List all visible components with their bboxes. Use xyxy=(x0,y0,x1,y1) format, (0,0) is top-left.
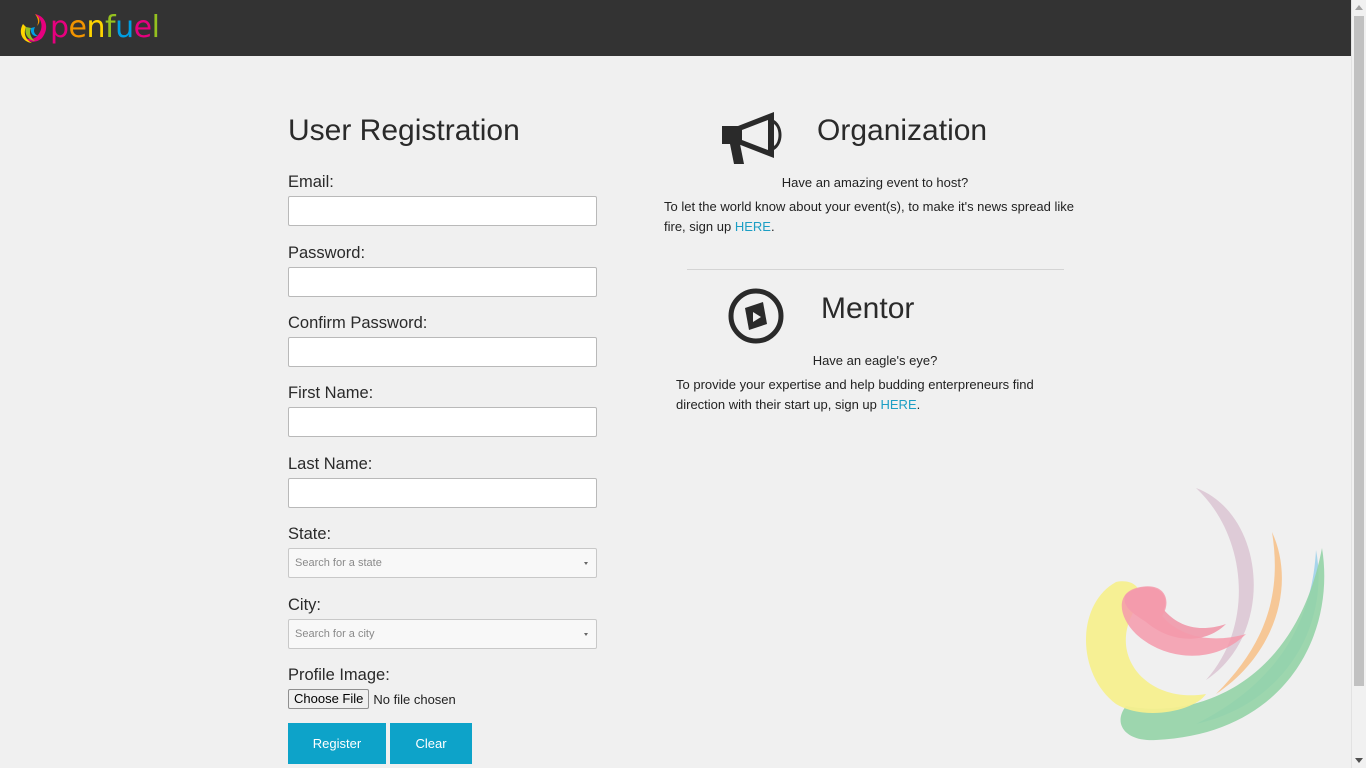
first-name-label: First Name: xyxy=(288,384,374,402)
file-input: Choose File No file chosen xyxy=(288,689,456,709)
organization-question: Have an amazing event to host? xyxy=(781,175,969,190)
brand-letter: f xyxy=(105,10,116,45)
scroll-down-arrow-icon[interactable] xyxy=(1355,758,1363,763)
password-input[interactable] xyxy=(288,267,597,297)
password-field-group: Password: xyxy=(288,243,598,297)
profile-image-label: Profile Image: xyxy=(288,666,390,684)
state-select-placeholder: Search for a state xyxy=(295,557,382,569)
brand-letter: l xyxy=(151,10,160,45)
organization-text-line2-wrap: fire, sign up HERE. xyxy=(664,217,1084,237)
megaphone-icon xyxy=(722,112,782,164)
mentor-text-line2: direction with their start up, sign up xyxy=(676,397,881,412)
confirm-password-label: Confirm Password: xyxy=(288,314,428,332)
choose-file-button[interactable]: Choose File xyxy=(288,689,370,709)
chevron-down-icon xyxy=(584,633,588,636)
organization-description: To let the world know about your event(s… xyxy=(664,197,1084,237)
brand-logo[interactable]: penfuel xyxy=(18,8,160,48)
city-label: City: xyxy=(288,596,321,614)
brand-letter: e xyxy=(133,10,152,45)
brand-letter: u xyxy=(115,10,134,45)
organization-text-line2: fire, sign up xyxy=(664,219,735,234)
last-name-field-group: Last Name: xyxy=(288,454,598,508)
confirm-password-field-group: Confirm Password: xyxy=(288,313,598,367)
first-name-input[interactable] xyxy=(288,407,597,437)
top-navbar: penfuel xyxy=(0,0,1351,56)
mentor-description: To provide your expertise and help buddi… xyxy=(676,375,1076,415)
brand-wordmark: penfuel xyxy=(50,8,160,48)
mentor-title: Mentor xyxy=(821,292,915,325)
organization-title: Organization xyxy=(817,114,988,147)
brand-letter: p xyxy=(50,10,69,45)
mentor-question: Have an eagle's eye? xyxy=(812,353,938,368)
scroll-up-arrow-icon[interactable] xyxy=(1355,5,1363,10)
email-field-group: Email: xyxy=(288,172,598,226)
chevron-down-icon xyxy=(584,562,588,565)
state-select[interactable]: Search for a state xyxy=(288,548,597,578)
brand-letter: e xyxy=(68,10,87,45)
last-name-label: Last Name: xyxy=(288,455,373,473)
state-label: State: xyxy=(288,525,332,543)
file-status-text: No file chosen xyxy=(373,691,456,707)
password-label: Password: xyxy=(288,244,366,262)
mentor-text-line1: To provide your expertise and help buddi… xyxy=(676,377,1034,392)
city-field-group: City: Search for a city xyxy=(288,595,598,649)
mentor-signup-link[interactable]: HERE xyxy=(881,397,917,412)
first-name-field-group: First Name: xyxy=(288,383,598,437)
brand-letter: n xyxy=(86,10,106,45)
decorative-swirl-graphic xyxy=(1086,488,1325,741)
city-select[interactable]: Search for a city xyxy=(288,619,597,649)
page-scrollbar[interactable] xyxy=(1351,0,1366,768)
email-label: Email: xyxy=(288,173,334,191)
clear-button[interactable]: Clear xyxy=(390,723,472,764)
confirm-password-input[interactable] xyxy=(288,337,597,367)
mentor-text-line2-wrap: direction with their start up, sign up H… xyxy=(676,395,1076,415)
profile-image-field-group: Profile Image: Choose File No file chose… xyxy=(288,665,598,709)
organization-text-line1: To let the world know about your event(s… xyxy=(664,199,1075,214)
state-field-group: State: Search for a state xyxy=(288,524,598,578)
openfuel-logo-icon xyxy=(20,14,47,43)
section-divider xyxy=(687,269,1064,270)
register-button[interactable]: Register xyxy=(288,723,386,764)
city-select-placeholder: Search for a city xyxy=(295,628,375,640)
organization-signup-link[interactable]: HERE xyxy=(735,219,771,234)
page-title: User Registration xyxy=(288,114,520,147)
last-name-input[interactable] xyxy=(288,478,597,508)
organization-text-end: . xyxy=(770,219,775,234)
mentor-text-end: . xyxy=(916,397,921,412)
mentor-play-icon xyxy=(728,288,784,344)
scrollbar-thumb[interactable] xyxy=(1354,16,1364,686)
email-input[interactable] xyxy=(288,196,597,226)
